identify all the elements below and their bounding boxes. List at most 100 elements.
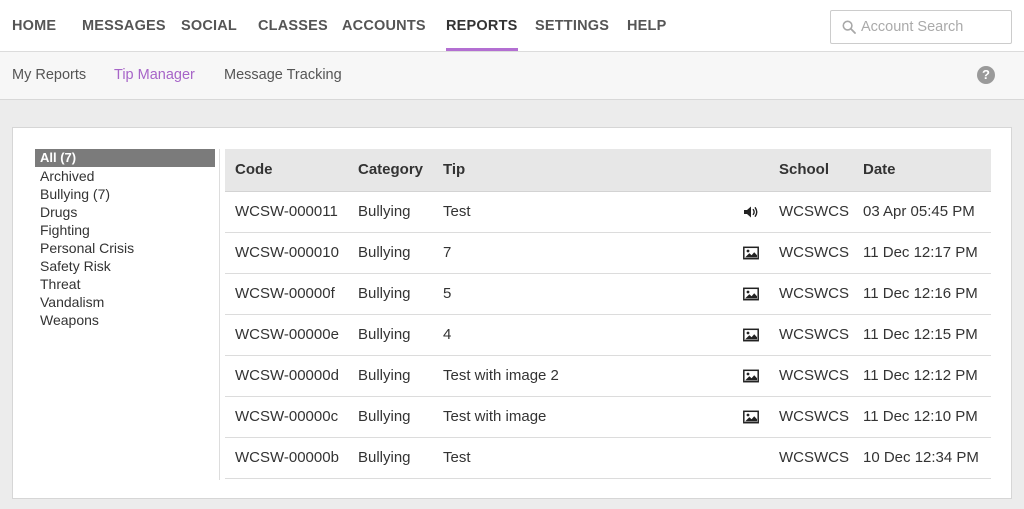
image-icon: [743, 410, 759, 424]
tips-table-body: WCSW-000011 Bullying Test WCSWCS 03 Apr 05:4…: [225, 191, 991, 479]
cell-media: [688, 396, 769, 438]
category-item-bullying[interactable]: Bullying (7): [35, 185, 215, 203]
category-item-personal-crisis[interactable]: Personal Crisis: [35, 239, 215, 257]
table-row[interactable]: WCSW-000010 Bullying 7 WCSWCS 11 Dec 12:17 P…: [225, 232, 991, 274]
cell-category: Bullying: [348, 191, 433, 233]
subnav-message-tracking[interactable]: Message Tracking: [224, 52, 342, 99]
cell-tip: Test: [433, 437, 688, 479]
category-item-threat[interactable]: Threat: [35, 275, 215, 293]
category-item-fighting[interactable]: Fighting: [35, 221, 215, 239]
image-icon: [743, 246, 759, 260]
image-icon: [743, 369, 759, 383]
nav-social[interactable]: SOCIAL: [181, 0, 237, 52]
column-header-media: [688, 149, 769, 192]
account-search-input[interactable]: [861, 11, 1009, 43]
cell-media: [688, 273, 769, 315]
sub-navigation-bar: My Reports Tip Manager Message Tracking: [0, 52, 1024, 100]
cell-category: Bullying: [348, 273, 433, 315]
cell-media: [688, 437, 769, 479]
column-header-date[interactable]: Date: [853, 149, 991, 192]
cell-code: WCSW-00000d: [225, 355, 348, 397]
image-icon: [743, 328, 759, 342]
nav-settings-label: SETTINGS: [535, 18, 610, 34]
nav-messages[interactable]: MESSAGES: [82, 0, 166, 52]
nav-help[interactable]: HELP: [627, 0, 666, 52]
table-header-row: Code Category Tip School Date: [225, 149, 991, 192]
nav-home-label: HOME: [12, 18, 57, 34]
cell-date: 11 Dec 12:15 PM: [853, 314, 991, 356]
nav-home[interactable]: HOME: [12, 0, 56, 52]
cell-date: 11 Dec 12:17 PM: [853, 232, 991, 274]
column-header-category[interactable]: Category: [348, 149, 433, 192]
cell-code: WCSW-00000e: [225, 314, 348, 356]
nav-social-label: SOCIAL: [181, 18, 237, 34]
help-icon[interactable]: ?: [977, 66, 995, 84]
cell-date: 11 Dec 12:16 PM: [853, 273, 991, 315]
nav-reports[interactable]: REPORTS: [446, 0, 518, 52]
nav-classes-label: CLASSES: [258, 18, 328, 34]
cell-tip: Test with image 2: [433, 355, 688, 397]
cell-date: 11 Dec 12:10 PM: [853, 396, 991, 438]
subnav-my-reports-label: My Reports: [12, 67, 87, 83]
nav-messages-label: MESSAGES: [82, 18, 166, 34]
category-item-safety-risk[interactable]: Safety Risk: [35, 257, 215, 275]
search-icon: [842, 20, 856, 34]
category-item-vandalism[interactable]: Vandalism: [35, 293, 215, 311]
nav-classes[interactable]: CLASSES: [258, 0, 328, 52]
category-item-weapons[interactable]: Weapons: [35, 311, 215, 329]
cell-media: [688, 355, 769, 397]
column-header-school[interactable]: School: [769, 149, 853, 192]
list-divider: [219, 149, 220, 480]
cell-school: WCSWCS: [769, 191, 853, 233]
cell-category: Bullying: [348, 232, 433, 274]
nav-settings[interactable]: SETTINGS: [535, 0, 609, 52]
cell-code: WCSW-00000f: [225, 273, 348, 315]
cell-tip: 7: [433, 232, 688, 274]
cell-code: WCSW-00000b: [225, 437, 348, 479]
cell-school: WCSWCS: [769, 396, 853, 438]
image-icon: [743, 287, 759, 301]
subnav-tip-manager-label: Tip Manager: [114, 67, 195, 83]
account-search-box[interactable]: [830, 10, 1012, 44]
table-row[interactable]: WCSW-00000c Bullying Test with image WCSWCS…: [225, 396, 991, 438]
category-item-all[interactable]: All (7): [35, 149, 215, 167]
table-row[interactable]: WCSW-000011 Bullying Test WCSWCS 03 Apr 05:4…: [225, 191, 991, 233]
table-row[interactable]: WCSW-00000e Bullying 4 WCSWCS 11 Dec 12:15 P…: [225, 314, 991, 356]
cell-category: Bullying: [348, 396, 433, 438]
cell-media: [688, 232, 769, 274]
subnav-tip-manager[interactable]: Tip Manager: [114, 52, 195, 99]
subnav-my-reports[interactable]: My Reports: [12, 52, 86, 99]
category-filter-list: All (7) Archived Bullying (7) Drugs Figh…: [35, 149, 215, 329]
nav-help-label: HELP: [627, 18, 667, 34]
cell-media: [688, 191, 769, 233]
cell-date: 11 Dec 12:12 PM: [853, 355, 991, 397]
tip-manager-panel: All (7) Archived Bullying (7) Drugs Figh…: [12, 127, 1012, 499]
category-item-archived[interactable]: Archived: [35, 167, 215, 185]
cell-category: Bullying: [348, 437, 433, 479]
cell-date: 03 Apr 05:45 PM: [853, 191, 991, 233]
cell-category: Bullying: [348, 355, 433, 397]
cell-school: WCSWCS: [769, 232, 853, 274]
cell-date: 10 Dec 12:34 PM: [853, 437, 991, 479]
subnav-message-tracking-label: Message Tracking: [224, 67, 342, 83]
cell-category: Bullying: [348, 314, 433, 356]
column-header-code[interactable]: Code: [225, 149, 348, 192]
nav-accounts[interactable]: ACCOUNTS: [342, 0, 426, 52]
cell-school: WCSWCS: [769, 437, 853, 479]
active-tab-underline: [446, 48, 518, 51]
nav-accounts-label: ACCOUNTS: [342, 18, 426, 34]
table-row[interactable]: WCSW-00000f Bullying 5 WCSWCS 11 Dec 12:16 P…: [225, 273, 991, 315]
cell-tip: Test: [433, 191, 688, 233]
speaker-icon: [744, 206, 758, 218]
table-row[interactable]: WCSW-00000b Bullying Test WCSWCS 10 Dec 12:3…: [225, 437, 991, 479]
cell-school: WCSWCS: [769, 355, 853, 397]
cell-tip: Test with image: [433, 396, 688, 438]
cell-tip: 5: [433, 273, 688, 315]
cell-tip: 4: [433, 314, 688, 356]
cell-code: WCSW-00000c: [225, 396, 348, 438]
category-item-drugs[interactable]: Drugs: [35, 203, 215, 221]
table-row[interactable]: WCSW-00000d Bullying Test with image 2 WCSW…: [225, 355, 991, 397]
column-header-tip[interactable]: Tip: [433, 149, 688, 192]
top-navigation-bar: HOME MESSAGES SOCIAL CLASSES ACCOUNTS RE…: [0, 0, 1024, 52]
cell-code: WCSW-000010: [225, 232, 348, 274]
